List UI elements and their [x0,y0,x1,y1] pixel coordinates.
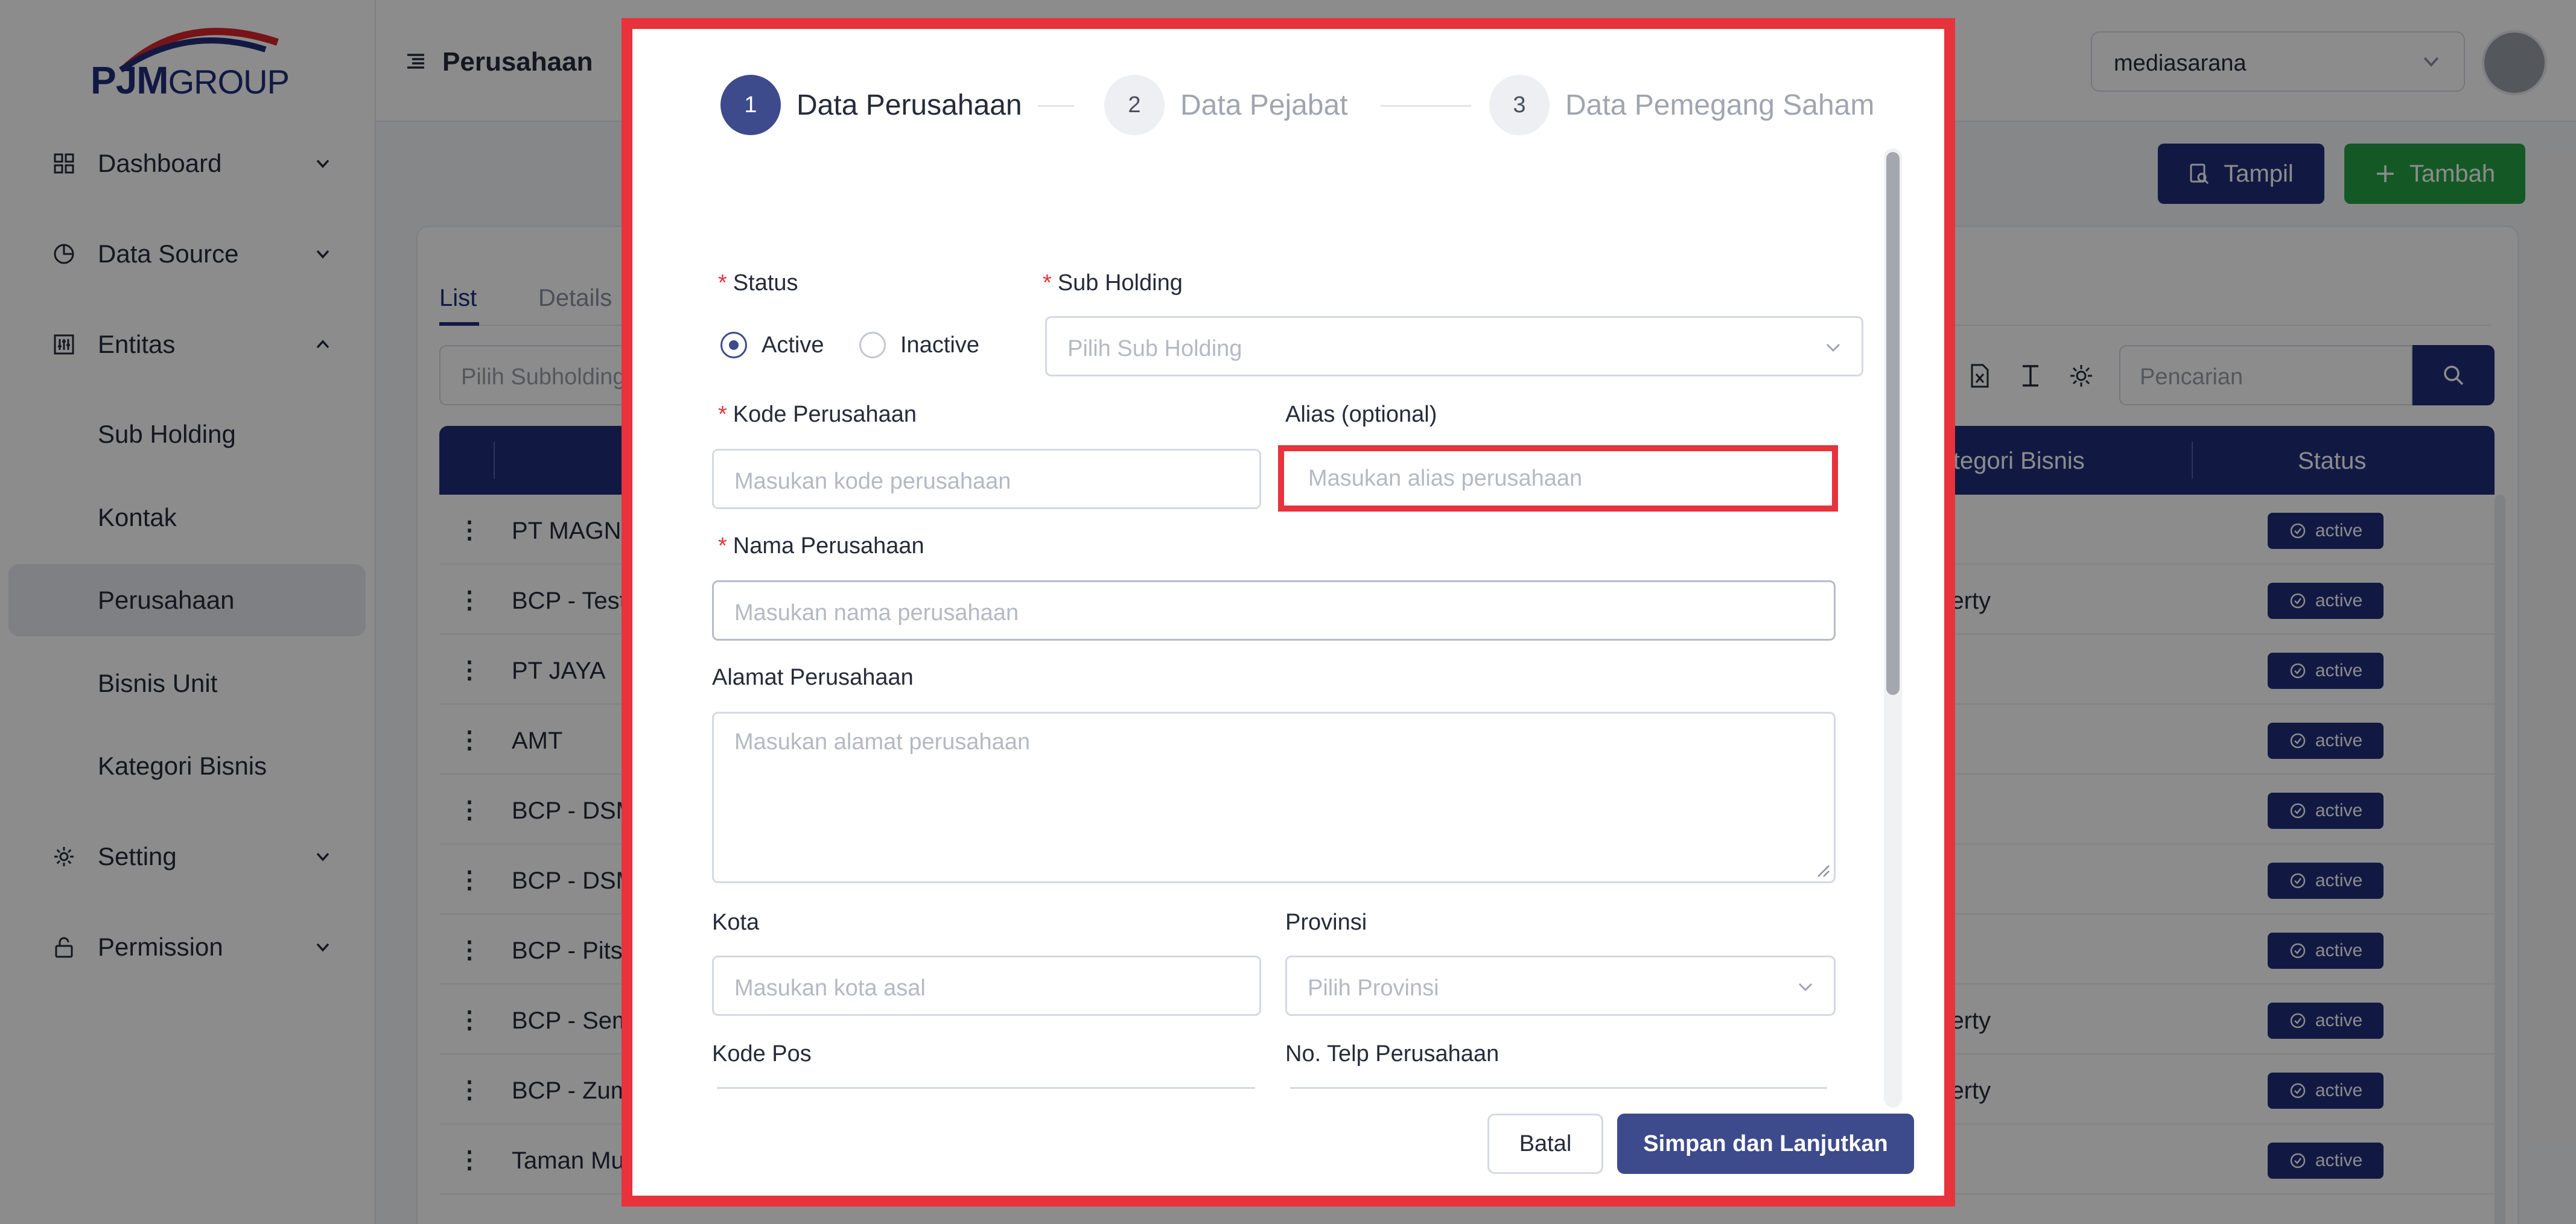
telp-input[interactable] [1290,1087,1827,1091]
nama-perusahaan-input[interactable]: Masukan nama perusahaan [712,580,1836,641]
step-connector [1038,105,1074,107]
kota-input[interactable]: Masukan kota asal [712,956,1261,1016]
kode-pos-input[interactable] [717,1087,1255,1091]
step-data-pejabat[interactable]: 2 Data Pejabat [1104,75,1348,135]
sub-holding-placeholder: Pilih Sub Holding [1067,336,1242,361]
modal-scrollbar-thumb[interactable] [1886,152,1900,695]
step-label: Data Pemegang Saham [1565,89,1875,121]
step-data-pemegang-saham[interactable]: 3 Data Pemegang Saham [1489,75,1874,135]
provinsi-select[interactable]: Pilih Provinsi [1285,956,1836,1016]
create-company-modal: 1 Data Perusahaan 2 Data Pejabat 3 Data … [622,18,1955,1207]
step-data-perusahaan[interactable]: 1 Data Perusahaan [720,75,1022,135]
step-connector [1381,105,1471,107]
nama-perusahaan-label: * Nama Perusahaan [718,533,924,559]
nama-perusahaan-placeholder: Masukan nama perusahaan [734,600,1019,626]
status-active-radio[interactable]: Active [720,332,824,358]
provinsi-placeholder: Pilih Provinsi [1308,975,1439,1001]
alamat-label: Alamat Perusahaan [712,665,914,690]
kode-pos-label: Kode Pos [712,1041,812,1067]
kode-perusahaan-input[interactable]: Masukan kode perusahaan [712,449,1261,509]
kota-label: Kota [712,910,760,935]
status-label: * Status [718,270,798,296]
step-number: 2 [1104,75,1165,135]
radio-label: Active [762,332,824,358]
step-number: 1 [720,75,781,135]
chevron-down-icon [1826,343,1840,352]
batal-button[interactable]: Batal [1487,1114,1603,1174]
alias-placeholder: Masukan alias perusahaan [1308,466,1583,491]
radio-dot [720,332,747,358]
alamat-textarea[interactable]: Masukan alamat perusahaan [712,712,1836,883]
kode-perusahaan-label: * Kode Perusahaan [718,402,917,427]
chevron-down-icon [1798,983,1813,992]
step-number: 3 [1489,75,1550,135]
sub-holding-label: * Sub Holding [1043,270,1183,296]
alias-input[interactable]: Masukan alias perusahaan [1278,445,1838,512]
telp-label: No. Telp Perusahaan [1285,1041,1499,1067]
step-label: Data Perusahaan [797,89,1022,121]
alamat-placeholder: Masukan alamat perusahaan [734,729,1031,755]
simpan-lanjutkan-button[interactable]: Simpan dan Lanjutkan [1617,1114,1914,1174]
radio-label: Inactive [900,332,979,358]
radio-dot [859,332,886,358]
provinsi-label: Provinsi [1285,910,1367,935]
alias-label: Alias (optional) [1285,402,1437,427]
resize-grip-icon[interactable] [1813,861,1830,878]
sub-holding-select[interactable]: Pilih Sub Holding [1045,316,1863,376]
kota-placeholder: Masukan kota asal [734,975,926,1001]
kode-perusahaan-placeholder: Masukan kode perusahaan [734,469,1011,494]
status-inactive-radio[interactable]: Inactive [859,332,979,358]
step-label: Data Pejabat [1180,89,1348,121]
